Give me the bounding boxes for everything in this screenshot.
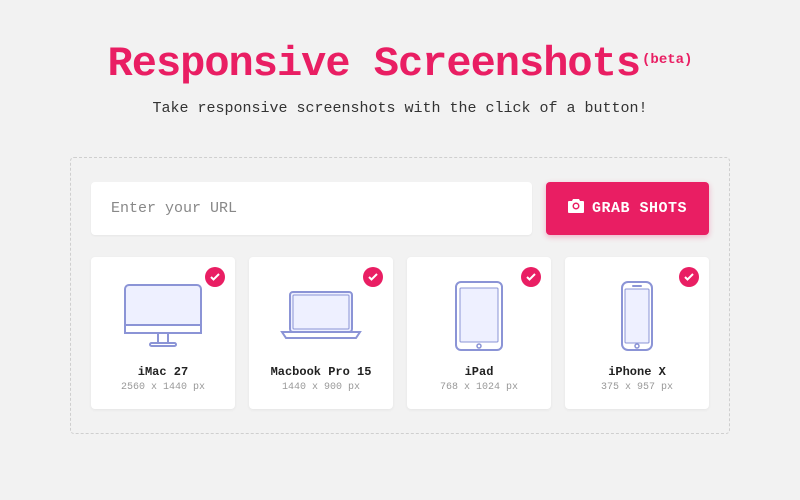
device-resolution: 2560 x 1440 px — [101, 382, 225, 393]
grab-shots-button[interactable]: GRAB SHOTS — [546, 182, 709, 235]
device-card-imac[interactable]: iMac 27 2560 x 1440 px — [91, 257, 235, 409]
device-resolution: 1440 x 900 px — [259, 382, 383, 393]
imac-icon — [101, 277, 225, 355]
laptop-icon — [259, 277, 383, 355]
check-icon — [679, 267, 699, 287]
device-resolution: 375 x 957 px — [575, 382, 699, 393]
check-icon — [521, 267, 541, 287]
device-name: Macbook Pro 15 — [259, 365, 383, 379]
device-card-macbook[interactable]: Macbook Pro 15 1440 x 900 px — [249, 257, 393, 409]
device-name: iMac 27 — [101, 365, 225, 379]
tablet-icon — [417, 277, 541, 355]
device-name: iPad — [417, 365, 541, 379]
device-name: iPhone X — [575, 365, 699, 379]
camera-icon — [568, 199, 584, 218]
url-input[interactable] — [91, 182, 532, 235]
check-icon — [205, 267, 225, 287]
beta-badge: (beta) — [642, 52, 692, 68]
check-icon — [363, 267, 383, 287]
device-card-iphone[interactable]: iPhone X 375 x 957 px — [565, 257, 709, 409]
device-card-ipad[interactable]: iPad 768 x 1024 px — [407, 257, 551, 409]
subtitle: Take responsive screenshots with the cli… — [70, 100, 730, 117]
tool-panel: GRAB SHOTS iMac 27 2560 x 1440 — [70, 157, 730, 434]
grab-button-label: GRAB SHOTS — [592, 200, 687, 217]
device-resolution: 768 x 1024 px — [417, 382, 541, 393]
page-title: Responsive Screenshots(beta) — [70, 40, 730, 88]
phone-icon — [575, 277, 699, 355]
title-text: Responsive Screenshots — [108, 40, 641, 88]
